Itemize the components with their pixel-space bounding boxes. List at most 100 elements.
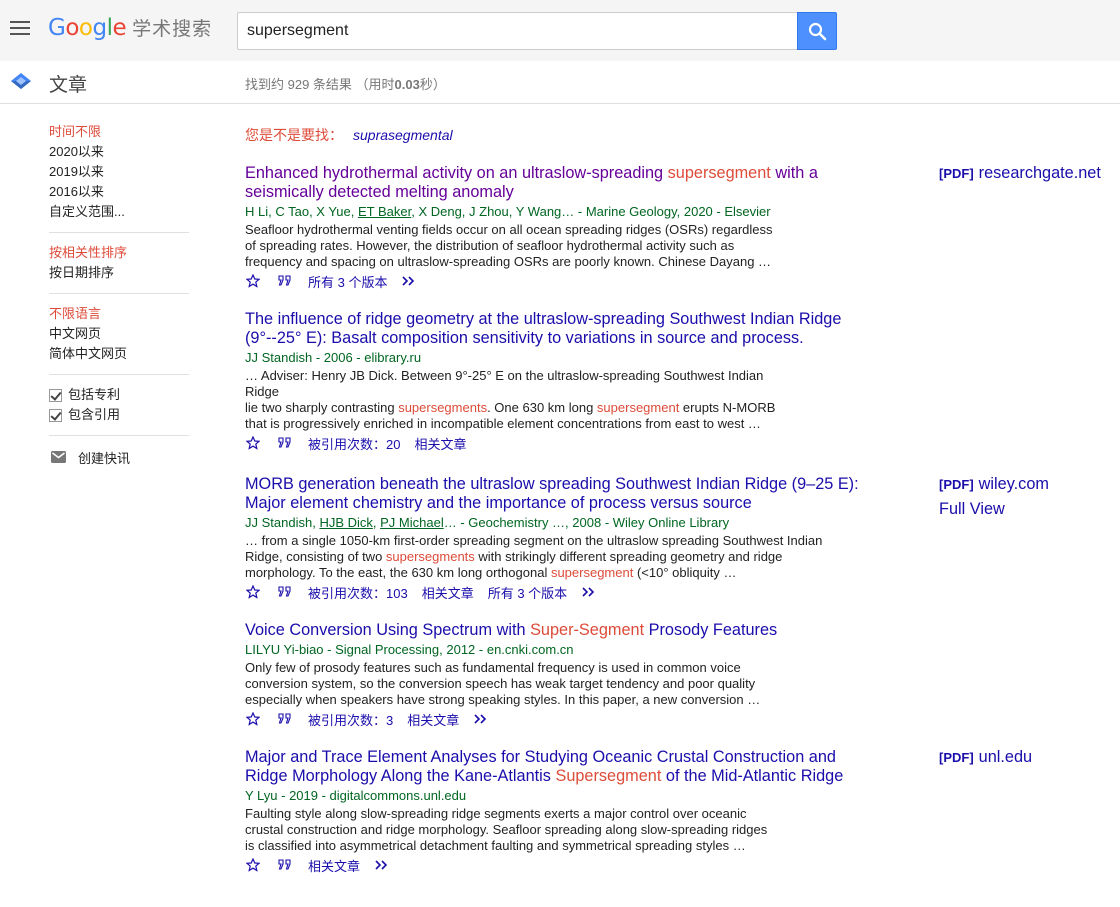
- result-title[interactable]: The influence of ridge geometry at the u…: [245, 310, 860, 348]
- time-filter-group: 时间不限 2020以来 2019以来 2016以来 自定义范围...: [49, 122, 189, 233]
- did-you-mean: 您是不是要找： suprasegmental: [245, 125, 453, 145]
- save-star-icon[interactable]: [246, 585, 260, 599]
- result-meta: Y Lyu - 2019 - digitalcommons.unl.edu: [245, 788, 467, 803]
- cite-quote-icon[interactable]: [278, 275, 292, 287]
- google-scholar-logo[interactable]: Google 学术搜索: [48, 14, 212, 41]
- include-patents-checkbox[interactable]: 包括专利: [49, 385, 189, 405]
- save-star-icon[interactable]: [246, 712, 260, 726]
- pdf-tag: [PDF]: [939, 166, 974, 181]
- lang-simplified-chinese-pages[interactable]: 简体中文网页: [49, 344, 189, 364]
- result-actions: 相关文章: [245, 855, 860, 875]
- more-chevron-icon[interactable]: [473, 713, 489, 725]
- pdf-domain-link[interactable]: wiley.com: [979, 475, 1049, 493]
- sort-by-date[interactable]: 按日期排序: [49, 263, 189, 283]
- cited-by-link[interactable]: 被引用次数：20: [308, 434, 400, 453]
- checkbox-checked-icon: [49, 408, 62, 422]
- filter-since-2019[interactable]: 2019以来: [49, 162, 189, 182]
- cited-by-link[interactable]: 被引用次数：3: [308, 710, 393, 729]
- lang-chinese-pages[interactable]: 中文网页: [49, 324, 189, 344]
- include-group: 包括专利 包含引用: [49, 385, 189, 436]
- pdf-domain-link[interactable]: unl.edu: [979, 748, 1032, 766]
- save-star-icon[interactable]: [246, 274, 260, 288]
- menu-icon[interactable]: [10, 21, 32, 37]
- save-star-icon[interactable]: [246, 858, 260, 872]
- result-snippet: … from a single 1050-km first-order spre…: [245, 533, 823, 580]
- result-snippet: Seafloor hydrothermal venting fields occ…: [245, 222, 773, 269]
- language-filter-group: 不限语言 中文网页 简体中文网页: [49, 304, 189, 375]
- related-articles-link[interactable]: 相关文章: [414, 434, 466, 453]
- pdf-tag: [PDF]: [939, 477, 974, 492]
- result-title[interactable]: MORB generation beneath the ultraslow sp…: [245, 475, 860, 513]
- result-title[interactable]: Enhanced hydrothermal activity on an ult…: [245, 164, 860, 202]
- logo-zh-text: 学术搜索: [132, 18, 213, 40]
- filter-since-2016[interactable]: 2016以来: [49, 182, 189, 202]
- mail-icon: [51, 451, 66, 463]
- did-you-mean-suggestion[interactable]: suprasegmental: [353, 127, 453, 143]
- author-link[interactable]: PJ Michael: [380, 515, 444, 530]
- result-snippet: Only few of prosody features such as fun…: [245, 660, 761, 707]
- create-alert-label: 创建快讯: [78, 450, 131, 466]
- result-meta: JJ Standish - 2006 - elibrary.ru: [245, 350, 422, 365]
- save-star-icon[interactable]: [246, 436, 260, 450]
- did-you-mean-label: 您是不是要找：: [245, 127, 343, 143]
- result-actions: 所有 3 个版本: [245, 271, 860, 291]
- author-link[interactable]: HJB Dick: [319, 515, 372, 530]
- subheader: [0, 61, 1120, 104]
- cite-quote-icon[interactable]: [278, 859, 292, 871]
- full-view-link[interactable]: Full View: [939, 500, 1005, 518]
- pdf-tag: [PDF]: [939, 750, 974, 765]
- more-chevron-icon[interactable]: [581, 586, 597, 598]
- top-bar: Google 学术搜索: [0, 0, 1120, 61]
- result-snippet: … Adviser: Henry JB Dick. Between 9°-25°…: [245, 368, 776, 431]
- search-result: Major and Trace Element Analyses for Stu…: [245, 748, 860, 875]
- filter-custom-range[interactable]: 自定义范围...: [49, 202, 189, 222]
- include-citations-checkbox[interactable]: 包含引用: [49, 405, 189, 425]
- cite-quote-icon[interactable]: [278, 713, 292, 725]
- section-title: 文章: [49, 74, 88, 96]
- filter-any-time[interactable]: 时间不限: [49, 122, 189, 142]
- result-snippet: Faulting style along slow-spreading ridg…: [245, 806, 768, 853]
- search-result: The influence of ridge geometry at the u…: [245, 310, 860, 453]
- pdf-side-link[interactable]: [PDF] unl.edu: [939, 745, 1032, 770]
- related-articles-link[interactable]: 相关文章: [308, 856, 360, 875]
- cite-quote-icon[interactable]: [278, 586, 292, 598]
- filter-since-2020[interactable]: 2020以来: [49, 142, 189, 162]
- include-citations-label: 包含引用: [68, 407, 121, 422]
- all-versions-link[interactable]: 所有 3 个版本: [308, 272, 387, 291]
- search-result: MORB generation beneath the ultraslow sp…: [245, 475, 860, 602]
- search-box: [237, 12, 798, 50]
- cite-quote-icon[interactable]: [278, 437, 292, 449]
- search-result: Voice Conversion Using Spectrum with Sup…: [245, 621, 860, 729]
- sort-by-relevance[interactable]: 按相关性排序: [49, 243, 189, 263]
- checkbox-checked-icon: [49, 388, 62, 402]
- result-title[interactable]: Voice Conversion Using Spectrum with Sup…: [245, 621, 860, 640]
- create-alert-link[interactable]: 创建快讯: [51, 446, 189, 468]
- lang-any[interactable]: 不限语言: [49, 304, 189, 324]
- search-button[interactable]: [797, 12, 837, 50]
- cited-by-link[interactable]: 被引用次数：103: [308, 583, 408, 602]
- include-patents-label: 包括专利: [68, 387, 121, 402]
- scholar-cap-icon: [11, 73, 31, 89]
- result-actions: 被引用次数：103 相关文章 所有 3 个版本: [245, 582, 860, 602]
- pdf-side-link[interactable]: [PDF] researchgate.net: [939, 161, 1101, 186]
- search-icon: [808, 22, 827, 41]
- related-articles-link[interactable]: 相关文章: [407, 710, 459, 729]
- sort-filter-group: 按相关性排序 按日期排序: [49, 243, 189, 294]
- result-actions: 被引用次数：20 相关文章: [245, 433, 860, 453]
- author-link[interactable]: ET Baker: [358, 204, 411, 219]
- more-chevron-icon[interactable]: [401, 275, 417, 287]
- result-actions: 被引用次数：3 相关文章: [245, 709, 860, 729]
- result-title[interactable]: Major and Trace Element Analyses for Stu…: [245, 748, 860, 786]
- all-versions-link[interactable]: 所有 3 个版本: [488, 583, 567, 602]
- more-chevron-icon[interactable]: [374, 859, 390, 871]
- result-stats: 找到约 929 条结果 （用时0.03秒）: [245, 77, 446, 92]
- result-meta: H Li, C Tao, X Yue, ET Baker, X Deng, J …: [245, 204, 771, 219]
- related-articles-link[interactable]: 相关文章: [422, 583, 474, 602]
- pdf-side-link[interactable]: [PDF] wiley.com Full View: [939, 472, 1049, 521]
- search-result: Enhanced hydrothermal activity on an ult…: [245, 164, 860, 291]
- result-meta: LILYU Yi-biao - Signal Processing, 2012 …: [245, 642, 574, 657]
- search-input[interactable]: [238, 13, 798, 49]
- sidebar: 时间不限 2020以来 2019以来 2016以来 自定义范围... 按相关性排…: [49, 122, 189, 468]
- pdf-domain-link[interactable]: researchgate.net: [979, 164, 1101, 182]
- result-meta: JJ Standish, HJB Dick, PJ Michael… - Geo…: [245, 515, 730, 530]
